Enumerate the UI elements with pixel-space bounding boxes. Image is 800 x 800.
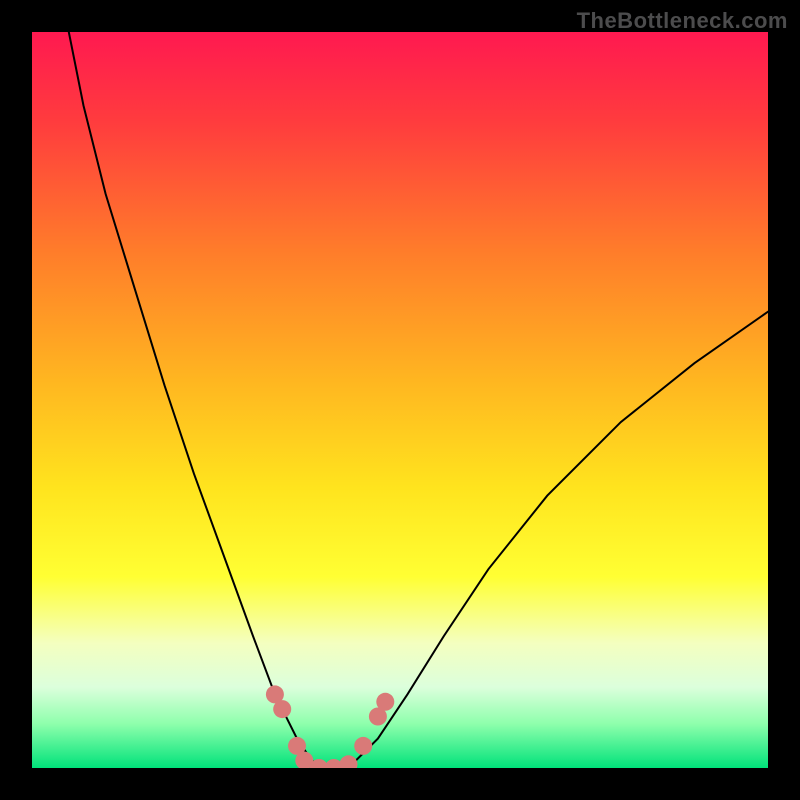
chart-frame: TheBottleneck.com [0, 0, 800, 800]
watermark-text: TheBottleneck.com [577, 8, 788, 34]
gradient-background [32, 32, 768, 768]
plot-area [32, 32, 768, 768]
marker-dot [376, 693, 394, 711]
chart-svg [32, 32, 768, 768]
marker-dot [354, 737, 372, 755]
marker-dot [273, 700, 291, 718]
